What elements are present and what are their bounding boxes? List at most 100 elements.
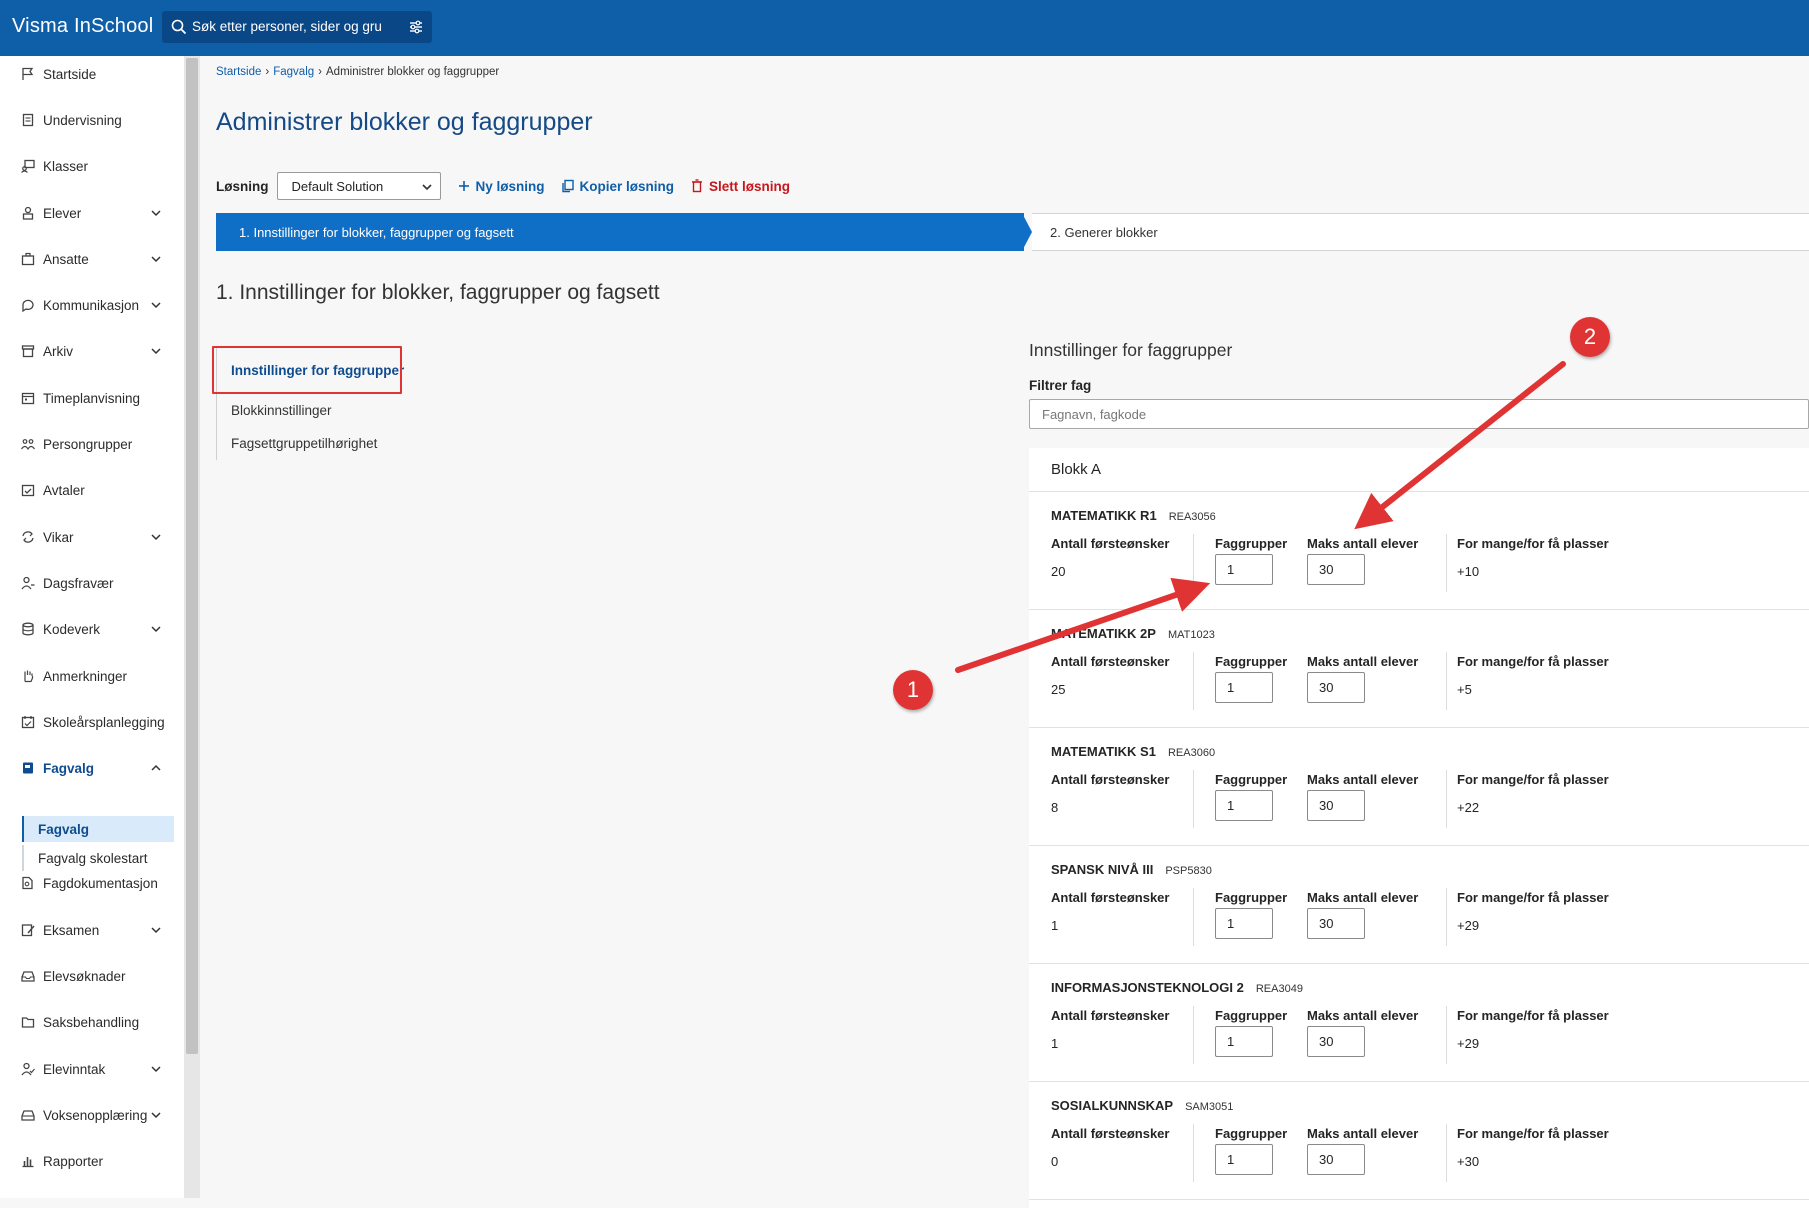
- faggrupper-input[interactable]: 1: [1215, 908, 1273, 939]
- sidebar-item-skoleårsplanlegging[interactable]: Skoleårsplanlegging: [0, 707, 184, 737]
- bar-chart-icon: [22, 1157, 34, 1168]
- faggrupper-input[interactable]: 1: [1215, 672, 1273, 703]
- breadcrumb: Startside › Fagvalg › Administrer blokke…: [216, 66, 499, 78]
- sidebar-item-saksbehandling[interactable]: Saksbehandling: [0, 1007, 184, 1037]
- column-header: For mange/for få plasser: [1457, 1008, 1609, 1023]
- faggrupper-input[interactable]: 1: [1215, 1144, 1273, 1175]
- sidebar-item-voksenopplæring[interactable]: Voksenopplæring: [0, 1100, 184, 1130]
- filter-label: Filtrer fag: [1029, 378, 1092, 393]
- sidebar-item-label: Saksbehandling: [43, 1014, 140, 1030]
- chevron-down-icon[interactable]: [150, 531, 162, 543]
- subject-row: INFORMASJONSTEKNOLOGI 2 REA3049 Antall før…: [1029, 964, 1809, 1082]
- subnav-fagsettgruppetilhorighet[interactable]: Fagsettgruppetilhørighet: [217, 427, 466, 460]
- sidebar-item-undervisning[interactable]: Undervisning: [0, 105, 184, 135]
- chevron-down-icon[interactable]: [150, 207, 162, 219]
- sidebar-item-ansatte[interactable]: Ansatte: [0, 244, 184, 274]
- chevron-down-icon: [421, 184, 432, 191]
- scrollbar-thumb[interactable]: [186, 58, 198, 1054]
- sidebar-item-vikar[interactable]: Vikar: [0, 522, 184, 552]
- chevron-down-icon[interactable]: [150, 253, 162, 265]
- chevron-down-icon[interactable]: [150, 924, 162, 936]
- subject-row: SOSIALKUNNSKAP SAM3051 Antall førsteønsker…: [1029, 1082, 1809, 1200]
- copy-icon: [561, 179, 574, 193]
- archive-icon: [21, 345, 35, 358]
- sidebar-item-startside[interactable]: Startside: [0, 59, 184, 89]
- sidebar-item-label: Elever: [43, 205, 82, 221]
- sidebar-subitem-fagvalg[interactable]: Fagvalg: [22, 816, 174, 842]
- step-settings[interactable]: 1. Innstillinger for blokker, faggrupper…: [216, 213, 1024, 251]
- filter-settings-icon[interactable]: [408, 19, 424, 35]
- sidebar-item-label: Dagsfravær: [43, 575, 114, 591]
- students-icon: [22, 206, 34, 220]
- global-search[interactable]: Søk etter personer, sider og gru: [162, 11, 432, 43]
- briefcase-icon: [21, 252, 35, 266]
- column-divider: [1446, 770, 1447, 828]
- faggrupper-input[interactable]: 1: [1215, 790, 1273, 821]
- max-students-input[interactable]: 30: [1307, 1026, 1365, 1057]
- breadcrumb-fagvalg[interactable]: Fagvalg: [273, 66, 314, 78]
- breadcrumb-startside[interactable]: Startside: [216, 66, 261, 78]
- sidebar-item-arkiv[interactable]: Arkiv: [0, 336, 184, 366]
- annotation-badge-1: 1: [893, 670, 933, 710]
- sidebar-item-label: Avtaler: [43, 482, 85, 498]
- sidebar-item-label: Skoleårsplanlegging: [43, 714, 165, 730]
- chevron-down-icon[interactable]: [150, 1063, 162, 1075]
- max-students-input[interactable]: 30: [1307, 672, 1365, 703]
- new-solution-button[interactable]: Ny løsning: [457, 179, 545, 194]
- solution-select[interactable]: Default Solution: [276, 172, 441, 200]
- subject-row: MATEMATIKK S1 REA3060 Antall førsteønsker F…: [1029, 728, 1809, 846]
- max-students-input[interactable]: 30: [1307, 790, 1365, 821]
- sidebar-subitem-fagvalg-skolestart[interactable]: Fagvalg skolestart: [22, 845, 174, 871]
- max-students-input[interactable]: 30: [1307, 554, 1365, 585]
- breadcrumb-separator: ›: [318, 66, 322, 78]
- sidebar-item-elevsøknader[interactable]: Elevsøknader: [0, 961, 184, 991]
- column-divider: [1193, 888, 1194, 946]
- chevron-down-icon[interactable]: [150, 299, 162, 311]
- seat-difference-value: +10: [1457, 564, 1480, 579]
- chevron-up-icon[interactable]: [150, 762, 162, 774]
- sidebar-item-elever[interactable]: Elever: [0, 198, 184, 228]
- column-header: Maks antall elever: [1307, 772, 1419, 787]
- faggrupper-input[interactable]: 1: [1215, 554, 1273, 585]
- column-header: Faggrupper: [1215, 654, 1288, 669]
- people-icon: [21, 439, 35, 451]
- sidebar-item-anmerkninger[interactable]: Anmerkninger: [0, 661, 184, 691]
- sidebar-item-avtaler[interactable]: Avtaler: [0, 475, 184, 505]
- sidebar-item-label: Fagdokumentasjon: [43, 875, 158, 891]
- sidebar-item-klasser[interactable]: Klasser: [0, 151, 184, 181]
- sidebar-item-rapporter[interactable]: Rapporter: [0, 1146, 184, 1176]
- sidebar-item-fagvalg[interactable]: Fagvalg: [0, 753, 184, 783]
- search-input[interactable]: Søk etter personer, sider og gru: [192, 19, 392, 34]
- sidebar-item-fagdokumentasjon[interactable]: Fagdokumentasjon: [0, 868, 184, 898]
- sidebar-item-kommunikasjon[interactable]: Kommunikasjon: [0, 290, 184, 320]
- column-header: Maks antall elever: [1307, 654, 1419, 669]
- sidebar-item-timeplanvisning[interactable]: Timeplanvisning: [0, 383, 184, 413]
- breadcrumb-current: Administrer blokker og faggrupper: [326, 66, 500, 78]
- column-divider: [1193, 1006, 1194, 1064]
- chevron-down-icon[interactable]: [150, 623, 162, 635]
- filter-subject-input[interactable]: Fagnavn, fagkode: [1029, 399, 1809, 429]
- app-title[interactable]: Visma InSchool: [12, 15, 153, 38]
- delete-solution-button[interactable]: Slett løsning: [690, 179, 790, 194]
- step-arrow: [1022, 213, 1032, 251]
- chevron-down-icon[interactable]: [150, 345, 162, 357]
- max-students-input[interactable]: 30: [1307, 1144, 1365, 1175]
- sidebar-item-eksamen[interactable]: Eksamen: [0, 915, 184, 945]
- calendar-icon: [21, 392, 35, 405]
- sidebar-item-elevinntak[interactable]: Elevinntak: [0, 1054, 184, 1084]
- sidebar-item-persongrupper[interactable]: Persongrupper: [0, 429, 184, 459]
- max-students-input[interactable]: 30: [1307, 908, 1365, 939]
- step-generate-blocks[interactable]: 2. Generer blokker: [1032, 213, 1809, 251]
- wizard-stepper: 1. Innstillinger for blokker, faggrupper…: [216, 213, 1809, 251]
- page-title: Administrer blokker og faggrupper: [216, 108, 593, 136]
- chevron-down-icon[interactable]: [150, 1109, 162, 1121]
- subnav-blokkinnstillinger[interactable]: Blokkinnstillinger: [217, 394, 466, 427]
- faggrupper-input[interactable]: 1: [1215, 1026, 1273, 1057]
- sidebar-item-dagsfravær[interactable]: Dagsfravær: [0, 568, 184, 598]
- copy-solution-button[interactable]: Kopier løsning: [561, 179, 674, 194]
- first-choices-value: 1: [1051, 1036, 1059, 1051]
- sidebar-item-label: Undervisning: [43, 112, 122, 128]
- book-icon: [23, 762, 33, 774]
- sidebar-item-kodeverk[interactable]: Kodeverk: [0, 614, 184, 644]
- sidebar-scrollbar[interactable]: [184, 56, 200, 1198]
